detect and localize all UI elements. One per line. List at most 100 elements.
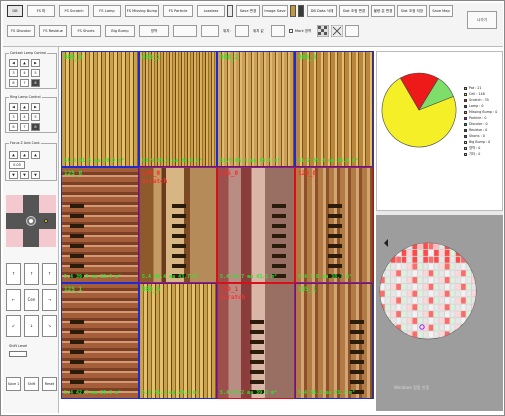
- wafer-die[interactable]: [401, 270, 407, 277]
- move-up-right-button[interactable]: ↑: [42, 263, 57, 285]
- wafer-die[interactable]: [406, 256, 412, 263]
- wafer-die[interactable]: [450, 324, 456, 331]
- shift-button[interactable]: Shift: [24, 377, 39, 391]
- wafer-die[interactable]: [417, 249, 423, 257]
- slot-adjust-change-button[interactable]: Slot 조정 변경: [339, 5, 369, 17]
- wafer-die[interactable]: [423, 317, 429, 325]
- wafer-die[interactable]: [433, 256, 439, 263]
- wafer-die[interactable]: [401, 276, 407, 284]
- wafer-die[interactable]: [466, 297, 472, 304]
- wafer-die[interactable]: [450, 317, 456, 325]
- wafer-die[interactable]: [433, 249, 439, 257]
- wafer-die[interactable]: [380, 243, 385, 250]
- wafer-die[interactable]: [401, 256, 407, 263]
- save-map-button[interactable]: Save Map: [429, 5, 453, 17]
- wafer-die[interactable]: [396, 256, 402, 263]
- wafer-die[interactable]: [390, 324, 396, 331]
- wafer-die[interactable]: [466, 249, 472, 257]
- wafer-die[interactable]: [428, 283, 434, 291]
- wafer-die[interactable]: [433, 331, 439, 338]
- wafer-die[interactable]: [390, 331, 396, 338]
- wafer-die[interactable]: [412, 283, 418, 291]
- wafer-die[interactable]: [385, 297, 391, 304]
- wafer-die[interactable]: [471, 331, 477, 338]
- wafer-die[interactable]: [455, 263, 461, 270]
- die-cell[interactable]: 135_1 5.4 36.3 ea 33.2 m²: [295, 283, 373, 399]
- wafer-die[interactable]: [406, 297, 412, 304]
- wafer-die[interactable]: [439, 263, 445, 270]
- image-save-button[interactable]: Image Save: [262, 5, 288, 17]
- wafer-die[interactable]: [450, 290, 456, 297]
- wafer-die[interactable]: [423, 310, 429, 318]
- wafer-die[interactable]: [455, 310, 461, 318]
- contact-lamp-val-3[interactable]: 6: [9, 79, 18, 87]
- shift-level-input[interactable]: [9, 351, 27, 357]
- wafer-die[interactable]: [444, 297, 450, 304]
- wafer-die[interactable]: [406, 283, 412, 291]
- wafer-die[interactable]: [455, 317, 461, 325]
- wafer-die[interactable]: [471, 317, 477, 325]
- die-cell[interactable]: 080_2 61.9 86.4 ea 38.1 m²: [217, 51, 295, 167]
- wafer-die[interactable]: [396, 263, 402, 270]
- die-cell[interactable]: 130_0 Scratch 5.4 38.4 ea 43.7 m²: [139, 167, 217, 283]
- wafer-die[interactable]: [401, 317, 407, 325]
- wafer-die[interactable]: [455, 304, 461, 311]
- wafer-die[interactable]: [401, 331, 407, 338]
- wafer-die[interactable]: [455, 249, 461, 257]
- wafer-die[interactable]: [385, 324, 391, 331]
- wafer-die[interactable]: [444, 249, 450, 257]
- wafer-die[interactable]: [455, 331, 461, 338]
- wafer-die[interactable]: [423, 263, 429, 270]
- fs-particle-button[interactable]: FS Particle: [163, 5, 193, 17]
- big-bump-button[interactable]: Big Bump: [105, 25, 135, 37]
- wafer-die[interactable]: [428, 256, 434, 263]
- move-down-button[interactable]: ↓: [24, 315, 39, 337]
- wafer-die[interactable]: [444, 276, 450, 284]
- wafer-die[interactable]: [455, 297, 461, 304]
- wafer-die[interactable]: [423, 283, 429, 291]
- wafer-die[interactable]: [380, 331, 385, 338]
- exit-button[interactable]: 나가기: [467, 11, 497, 29]
- wafer-die[interactable]: [433, 297, 439, 304]
- wafer-die[interactable]: [401, 283, 407, 291]
- wafer-die[interactable]: [466, 270, 472, 277]
- wafer-die[interactable]: [433, 310, 439, 318]
- fs-pa-button[interactable]: FS 파: [27, 5, 55, 17]
- wafer-die[interactable]: [406, 310, 412, 318]
- wafer-die[interactable]: [439, 256, 445, 263]
- wafer-die[interactable]: [471, 243, 477, 250]
- contact-lamp-zero[interactable]: ▲: [20, 59, 29, 67]
- wafer-die[interactable]: [439, 243, 445, 250]
- die-cell[interactable]: 125_0 5.4 39.9 ea 32.9 m²: [61, 167, 139, 283]
- wafer-die[interactable]: [466, 263, 472, 270]
- wafer-die[interactable]: [471, 297, 477, 304]
- move-down-right-button[interactable]: ↘: [42, 315, 57, 337]
- reset-button[interactable]: Reset: [42, 377, 57, 391]
- wafer-die[interactable]: [396, 276, 402, 284]
- wafer-die[interactable]: [412, 317, 418, 325]
- wafer-die[interactable]: [450, 304, 456, 311]
- wafer-die[interactable]: [412, 304, 418, 311]
- wafer-die[interactable]: [380, 304, 385, 311]
- wafer-die[interactable]: [417, 310, 423, 318]
- stage-joystick[interactable]: [6, 195, 56, 247]
- wafer-die[interactable]: [450, 310, 456, 318]
- wafer-die[interactable]: [428, 270, 434, 277]
- wafer-die[interactable]: [423, 270, 429, 277]
- wafer-die[interactable]: [450, 256, 456, 263]
- wafer-die[interactable]: [455, 270, 461, 277]
- wafer-die[interactable]: [396, 304, 402, 311]
- wafer-die[interactable]: [417, 276, 423, 284]
- contact-lamp-val-2[interactable]: 5: [31, 69, 40, 77]
- wafer-die[interactable]: [471, 324, 477, 331]
- die-cell[interactable]: 080_3 51.2 85.4 ea 38.0 m²: [295, 51, 373, 167]
- wafer-die[interactable]: [433, 290, 439, 297]
- wafer-die[interactable]: [390, 243, 396, 250]
- area-button[interactable]: 영역: [139, 25, 169, 37]
- wafer-die[interactable]: [412, 243, 418, 250]
- wafer-die[interactable]: [433, 276, 439, 284]
- wafer-die[interactable]: [406, 243, 412, 250]
- die-cell[interactable]: 080_1 63.9 85.4 ea 38.0 m²: [139, 51, 217, 167]
- wafer-die[interactable]: [385, 290, 391, 297]
- wafer-die[interactable]: [439, 310, 445, 318]
